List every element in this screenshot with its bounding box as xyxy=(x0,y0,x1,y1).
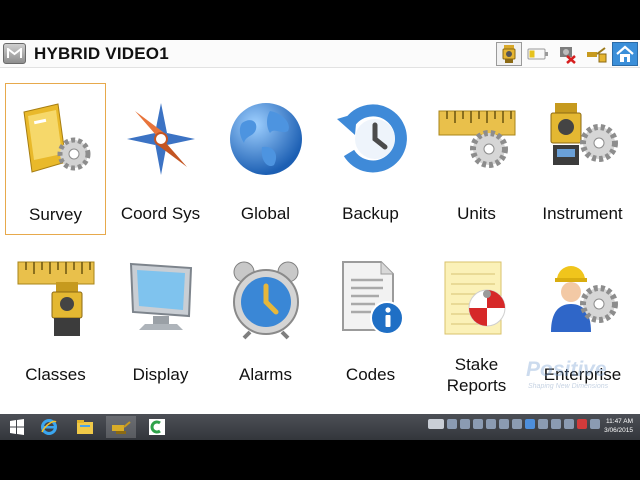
instrument-label: Instrument xyxy=(542,204,623,223)
title-bar: HYBRID VIDEO1 xyxy=(0,40,640,68)
backup-clock-icon xyxy=(336,104,407,173)
clock-time: 11:47 AM xyxy=(606,418,633,425)
watermark-tagline: Shaping New Dimensions xyxy=(528,383,609,390)
home-icon[interactable] xyxy=(612,42,638,66)
codes-tile[interactable]: Codes xyxy=(320,244,421,396)
globe-icon xyxy=(229,103,302,175)
ruler-instrument-icon xyxy=(17,261,94,336)
stake-reports-tile[interactable]: Stake Reports xyxy=(426,244,527,396)
survey-folder-gear-icon xyxy=(22,103,90,173)
tray-app-icon[interactable] xyxy=(499,419,509,429)
monitor-icon xyxy=(129,262,192,330)
tray-app-icon[interactable] xyxy=(486,419,496,429)
backup-tile[interactable]: Backup xyxy=(320,83,421,235)
survey-pole-icon[interactable] xyxy=(583,42,609,66)
menu-logo-icon xyxy=(7,48,22,58)
ruler-gear-icon xyxy=(438,110,515,168)
alarm-clock-icon xyxy=(232,261,299,340)
tray-app-icon[interactable] xyxy=(525,419,535,429)
clock-date: 3/06/2015 xyxy=(604,427,633,434)
watermark-brand-text: Positive xyxy=(526,358,607,381)
video-letterbox-bottom xyxy=(0,440,640,480)
total-station-icon[interactable] xyxy=(496,42,522,66)
application-window: HYBRID VIDEO1 Survey Coord Sys Global Ba… xyxy=(0,40,640,414)
tray-app-icon[interactable] xyxy=(564,419,574,429)
file-explorer-icon[interactable] xyxy=(70,416,100,438)
units-tile[interactable]: Units xyxy=(426,83,527,235)
worker-gear-icon xyxy=(550,266,618,332)
coord-sys-tile[interactable]: Coord Sys xyxy=(110,83,211,235)
rover-disconnected-icon[interactable] xyxy=(554,42,580,66)
survey-tile[interactable]: Survey xyxy=(5,83,106,235)
page-title: HYBRID VIDEO1 xyxy=(34,44,169,63)
video-letterbox-top xyxy=(0,0,640,40)
tray-app-icon[interactable] xyxy=(551,419,561,429)
instrument-app-icon[interactable] xyxy=(106,416,136,438)
internet-explorer-icon[interactable] xyxy=(34,416,64,438)
display-tile[interactable]: Display xyxy=(110,244,211,396)
brand-watermark: Positive Shaping New Dimensions xyxy=(526,358,636,408)
windows-taskbar: 11:47 AM 3/06/2015 xyxy=(0,414,640,440)
network-icon[interactable] xyxy=(473,419,483,429)
alarms-tile[interactable]: Alarms xyxy=(215,244,316,396)
taskbar-clock[interactable]: 11:47 AM 3/06/2015 xyxy=(604,417,633,435)
status-icon-bar xyxy=(496,41,638,67)
classes-tile[interactable]: Classes xyxy=(5,244,106,396)
green-app-icon[interactable] xyxy=(142,416,172,438)
tray-app-icon[interactable] xyxy=(577,419,587,429)
instrument-gear-icon xyxy=(550,103,618,165)
flag-icon[interactable] xyxy=(447,419,457,429)
document-info-icon xyxy=(341,261,404,335)
tray-app-icon[interactable] xyxy=(590,419,600,429)
system-tray xyxy=(428,419,600,429)
keyboard-icon[interactable] xyxy=(428,419,444,429)
tray-app-icon[interactable] xyxy=(460,419,470,429)
global-tile[interactable]: Global xyxy=(215,83,316,235)
tray-app-icon[interactable] xyxy=(538,419,548,429)
instrument-tile[interactable]: Instrument xyxy=(532,83,633,235)
start-icon[interactable] xyxy=(2,416,32,438)
stake-report-icon xyxy=(444,261,505,335)
tray-app-icon[interactable] xyxy=(512,419,522,429)
compass-rose-icon xyxy=(126,103,195,175)
app-menu-button[interactable] xyxy=(3,43,26,64)
battery-icon[interactable] xyxy=(525,42,551,66)
